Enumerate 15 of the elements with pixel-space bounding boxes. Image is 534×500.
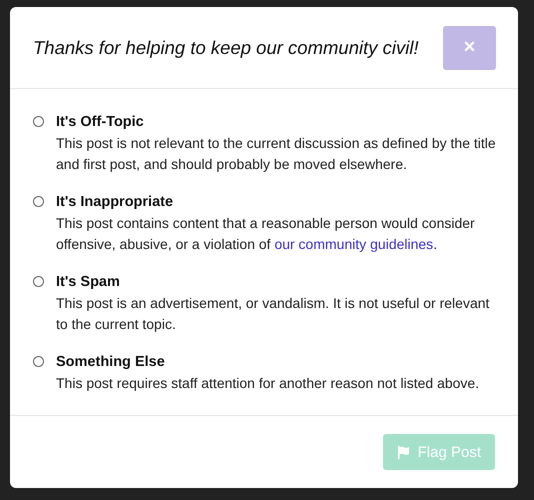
option-description: This post is not relevant to the current discussion as defined by the title and first post, and should probably be moved elsewhere.	[56, 134, 497, 174]
modal-title: Thanks for helping to keep our community civil!	[33, 36, 419, 58]
option-label[interactable]: It's Off-Topic	[56, 114, 498, 130]
option-description: This post requires staff attention for another reason not listed above.	[56, 374, 480, 393]
flag-icon	[396, 446, 410, 458]
radio-button[interactable]	[33, 116, 44, 127]
option-description: This post is an advertisement, or vandalism. It is not useful or relevant to the current topic.	[56, 294, 490, 334]
radio-button[interactable]	[33, 356, 44, 367]
option-description: This post contains content that a reasonable person would consider offensive, abusive, or a violation of our community guidelines.	[56, 214, 476, 254]
radio-button[interactable]	[33, 276, 44, 287]
radio-button[interactable]	[33, 196, 44, 207]
option-label[interactable]: It's Spam	[56, 274, 498, 290]
option-label[interactable]: Something Else	[56, 354, 480, 370]
guidelines-link[interactable]: our community guidelines	[274, 236, 434, 252]
option-label[interactable]: It's Inappropriate	[56, 194, 498, 210]
